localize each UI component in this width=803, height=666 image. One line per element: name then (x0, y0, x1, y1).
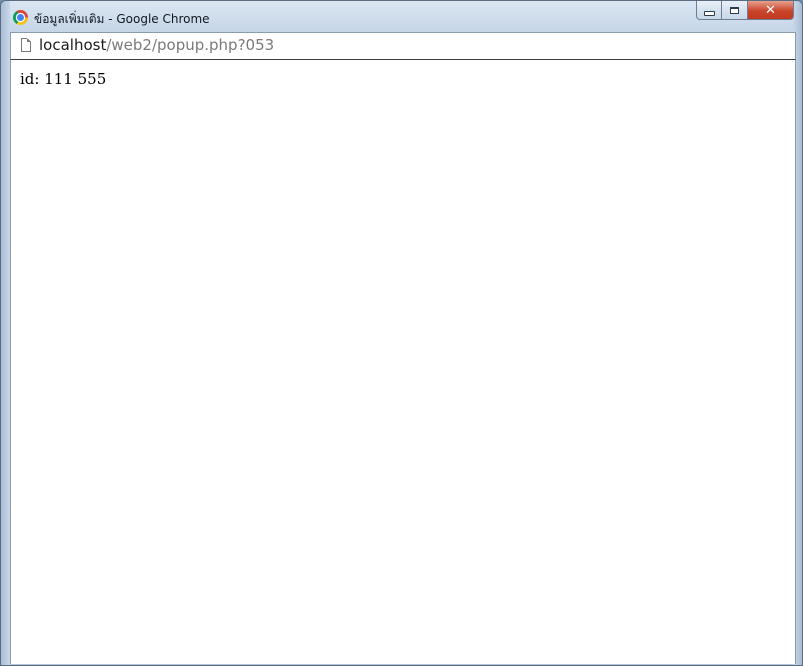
url-host: localhost (39, 36, 107, 54)
close-button[interactable]: ✕ (748, 1, 794, 20)
browser-window: ข้อมูลเพิ่มเติม - Google Chrome ✕ localh… (0, 0, 803, 666)
url-path: /web2/popup.php?053 (106, 36, 275, 54)
page-icon (21, 38, 31, 52)
address-bar[interactable]: localhost/web2/popup.php?053 (10, 32, 796, 60)
id-text: id: 111 555 (20, 70, 107, 88)
minimize-icon (703, 10, 715, 16)
close-icon: ✕ (765, 2, 776, 18)
window-title: ข้อมูลเพิ่มเติม - Google Chrome (34, 12, 210, 26)
minimize-button[interactable] (696, 1, 722, 20)
maximize-button[interactable] (722, 1, 748, 20)
page-content: id: 111 555 (10, 60, 796, 664)
window-left-border (1, 1, 10, 665)
title-bar[interactable]: ข้อมูลเพิ่มเติม - Google Chrome ✕ (1, 1, 802, 32)
url-text[interactable]: localhost/web2/popup.php?053 (39, 36, 274, 54)
maximize-icon (730, 6, 739, 14)
window-controls: ✕ (696, 1, 794, 22)
chrome-icon (13, 10, 28, 25)
